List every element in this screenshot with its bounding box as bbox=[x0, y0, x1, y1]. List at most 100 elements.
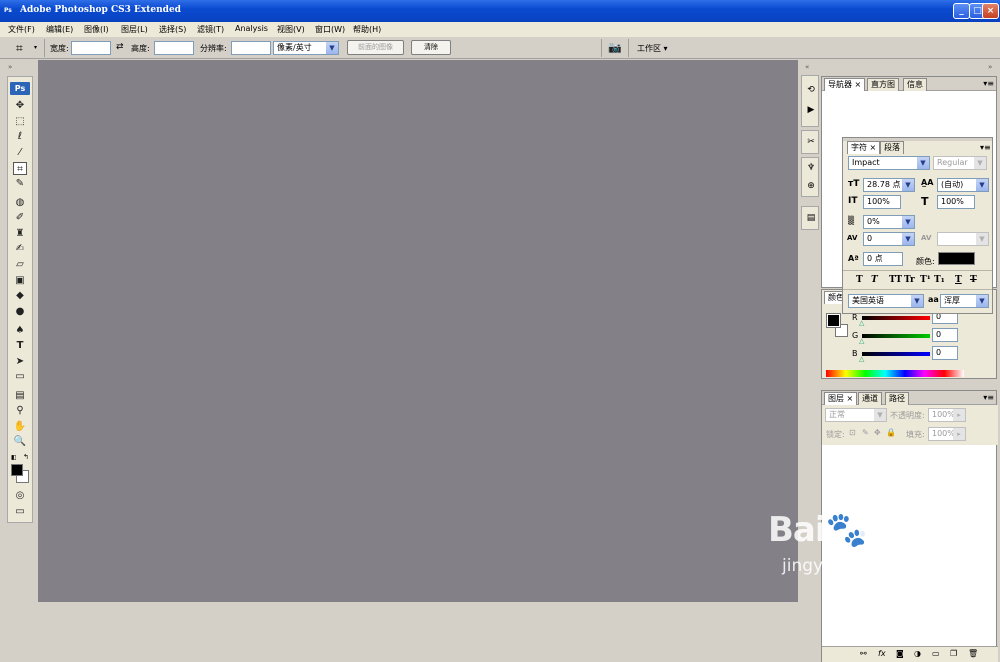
fill-input[interactable]: 100% ▸ bbox=[928, 427, 966, 441]
menu-edit[interactable]: 编辑(E) bbox=[46, 24, 73, 35]
expand-arrows-icon[interactable]: » bbox=[8, 63, 12, 71]
file-browser-icon[interactable]: 📷 bbox=[608, 41, 622, 54]
document-canvas-area[interactable] bbox=[38, 60, 798, 602]
eyedropper-tool-icon[interactable]: ⚲ bbox=[13, 404, 27, 417]
clone-stamp-tool-icon[interactable]: ♜ bbox=[13, 227, 27, 240]
adjustment-layer-icon[interactable]: ◑ bbox=[914, 649, 921, 658]
blue-slider-thumb[interactable]: △ bbox=[859, 355, 864, 363]
default-colors-icon[interactable]: ◧ bbox=[11, 454, 17, 461]
lock-transparency-icon[interactable]: ⊡ bbox=[849, 428, 856, 437]
lock-pixels-icon[interactable]: ✎ bbox=[862, 428, 869, 437]
faux-bold-button[interactable]: T bbox=[856, 275, 863, 285]
green-slider-thumb[interactable]: △ bbox=[859, 337, 864, 345]
menu-select[interactable]: 选择(S) bbox=[159, 24, 186, 35]
menu-help[interactable]: 帮助(H) bbox=[353, 24, 381, 35]
all-caps-button[interactable]: TT bbox=[889, 275, 902, 285]
resolution-input[interactable] bbox=[231, 41, 271, 55]
link-layers-icon[interactable]: ⚯ bbox=[860, 649, 867, 658]
menu-analysis[interactable]: Analysis bbox=[235, 24, 268, 33]
layer-style-icon[interactable]: fx bbox=[878, 649, 886, 658]
collapse-arrows-icon[interactable]: » bbox=[988, 63, 992, 71]
tab-info[interactable]: 信息 bbox=[903, 78, 927, 91]
hand-tool-icon[interactable]: ✋ bbox=[13, 420, 27, 433]
lock-position-icon[interactable]: ✥ bbox=[874, 428, 881, 437]
crop-tool-icon[interactable]: ⌗ bbox=[13, 162, 27, 175]
font-style-select[interactable]: Regular ▼ bbox=[933, 156, 987, 170]
magic-wand-tool-icon[interactable]: ⁄ bbox=[13, 146, 27, 159]
tracking-ratio-select[interactable]: 0% ▼ bbox=[863, 215, 915, 229]
clear-button[interactable]: 清除 bbox=[411, 40, 451, 55]
tab-navigator[interactable]: 导航器 × bbox=[824, 78, 866, 91]
delete-layer-icon[interactable]: 🗑 bbox=[968, 649, 978, 658]
new-layer-icon[interactable]: ❐ bbox=[950, 649, 957, 658]
horizontal-scale-input[interactable]: 100% bbox=[937, 195, 975, 209]
leading-select[interactable]: (自动) ▼ bbox=[937, 178, 989, 192]
tab-paragraph[interactable]: 段落 bbox=[880, 141, 904, 154]
quick-mask-icon[interactable]: ◎ bbox=[13, 489, 27, 502]
slice-tool-icon[interactable]: ✎ bbox=[13, 177, 27, 190]
minimize-button[interactable]: _ bbox=[953, 3, 970, 19]
vertical-scale-input[interactable]: 100% bbox=[863, 195, 901, 209]
panel-menu-icon[interactable]: ▾≡ bbox=[983, 79, 994, 88]
menu-window[interactable]: 窗口(W) bbox=[315, 24, 345, 35]
layer-comps-icon[interactable]: ▤ bbox=[805, 212, 817, 224]
screen-mode-icon[interactable]: ▭ bbox=[13, 505, 27, 518]
blue-slider-track[interactable] bbox=[862, 352, 930, 356]
opacity-input[interactable]: 100% ▸ bbox=[928, 408, 966, 422]
subscript-button[interactable]: T₁ bbox=[934, 275, 945, 285]
faux-italic-button[interactable]: T bbox=[871, 275, 878, 285]
history-icon[interactable]: ⟲ bbox=[805, 84, 817, 96]
eraser-tool-icon[interactable]: ▱ bbox=[13, 258, 27, 271]
front-image-button[interactable]: 前面的图像 bbox=[347, 40, 404, 55]
strikethrough-button[interactable]: T bbox=[970, 275, 977, 285]
notes-tool-icon[interactable]: ▤ bbox=[13, 389, 27, 402]
blue-value-input[interactable]: 0 bbox=[932, 346, 958, 360]
green-value-input[interactable]: 0 bbox=[932, 328, 958, 342]
menu-file[interactable]: 文件(F) bbox=[8, 24, 35, 35]
menu-filter[interactable]: 滤镜(T) bbox=[197, 24, 224, 35]
blur-tool-icon[interactable]: ◆ bbox=[13, 289, 27, 302]
tab-character[interactable]: 字符 × bbox=[847, 141, 881, 154]
dodge-tool-icon[interactable]: ● bbox=[13, 305, 27, 318]
layer-mask-icon[interactable]: ◙ bbox=[896, 649, 904, 658]
menu-image[interactable]: 图像(I) bbox=[84, 24, 109, 35]
underline-button[interactable]: T bbox=[955, 275, 962, 285]
path-selection-tool-icon[interactable]: ➤ bbox=[13, 355, 27, 368]
lasso-tool-icon[interactable]: ℓ bbox=[13, 130, 27, 143]
foreground-color-swatch[interactable] bbox=[11, 464, 23, 476]
tab-paths[interactable]: 路径 bbox=[885, 392, 909, 405]
lock-all-icon[interactable]: 🔒 bbox=[886, 428, 896, 437]
red-slider-thumb[interactable]: △ bbox=[859, 319, 864, 327]
zoom-tool-icon[interactable]: 🔍 bbox=[13, 435, 27, 448]
shape-tool-icon[interactable]: ▭ bbox=[13, 370, 27, 383]
language-select[interactable]: 美国英语 ▼ bbox=[848, 294, 924, 308]
marquee-tool-icon[interactable]: ⬚ bbox=[13, 115, 27, 128]
chevron-down-icon[interactable]: ▾ bbox=[34, 44, 37, 51]
text-color-swatch[interactable] bbox=[938, 252, 975, 265]
close-button[interactable]: × bbox=[982, 3, 999, 19]
font-family-select[interactable]: Impact ▼ bbox=[848, 156, 930, 170]
superscript-button[interactable]: T¹ bbox=[920, 275, 931, 285]
clone-source-icon[interactable]: ⊕ bbox=[805, 180, 817, 192]
tab-histogram[interactable]: 直方图 bbox=[867, 78, 899, 91]
workspace-menu[interactable]: 工作区 ▾ bbox=[637, 43, 668, 54]
crop-tool-preset-icon[interactable]: ⌗ bbox=[16, 41, 23, 56]
actions-icon[interactable]: ▶ bbox=[805, 104, 817, 116]
swap-colors-icon[interactable]: ↰ bbox=[23, 453, 29, 461]
tab-layers[interactable]: 图层 × bbox=[824, 392, 858, 405]
font-size-select[interactable]: 28.78 点 ▼ bbox=[863, 178, 915, 192]
swap-icon[interactable]: ⇄ bbox=[116, 42, 124, 52]
green-slider-track[interactable] bbox=[862, 334, 930, 338]
height-input[interactable] bbox=[154, 41, 194, 55]
color-spectrum-bar[interactable] bbox=[826, 370, 964, 377]
panel-menu-icon[interactable]: ▾≡ bbox=[980, 143, 991, 152]
move-tool-icon[interactable]: ✥ bbox=[13, 99, 27, 112]
healing-brush-tool-icon[interactable]: ◍ bbox=[13, 196, 27, 209]
brushes-icon[interactable]: ♆ bbox=[805, 162, 817, 174]
gradient-tool-icon[interactable]: ▣ bbox=[13, 274, 27, 287]
tool-presets-icon[interactable]: ✂ bbox=[805, 136, 817, 148]
menu-layer[interactable]: 图层(L) bbox=[121, 24, 148, 35]
baseline-shift-input[interactable]: 0 点 bbox=[863, 252, 903, 266]
kerning-select[interactable]: 0 ▼ bbox=[863, 232, 915, 246]
resolution-unit-select[interactable]: 像素/英寸 ▼ bbox=[273, 41, 339, 55]
